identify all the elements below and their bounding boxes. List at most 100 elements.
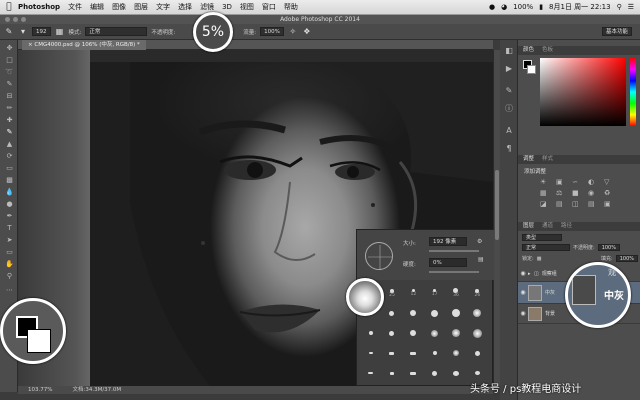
- brush-preset-picker-icon[interactable]: ▾: [18, 27, 28, 37]
- brush-preset[interactable]: 25: [382, 286, 401, 300]
- exposure-icon[interactable]: ◐: [588, 178, 600, 186]
- tab-swatches[interactable]: 色板: [542, 46, 553, 55]
- gradient-map-icon[interactable]: ▤: [588, 200, 600, 208]
- panel-background-swatch[interactable]: [527, 65, 536, 74]
- brush-preset[interactable]: [361, 366, 380, 380]
- clock[interactable]: 8月1日 周一 22:13: [549, 2, 611, 12]
- brush-preset[interactable]: [468, 326, 487, 340]
- path-select-tool-icon[interactable]: ➤: [5, 236, 14, 245]
- brush-angle-preview[interactable]: [365, 242, 393, 270]
- brush-preset[interactable]: 26: [468, 286, 487, 300]
- pen-tool-icon[interactable]: ✒: [5, 212, 14, 221]
- zoom-window-button[interactable]: [21, 17, 26, 22]
- hand-tool-icon[interactable]: ✋: [5, 260, 14, 269]
- tab-adjustments[interactable]: 调整: [523, 155, 534, 164]
- menu-file[interactable]: 文件: [68, 2, 82, 12]
- menu-image[interactable]: 图像: [112, 2, 126, 12]
- curves-icon[interactable]: ∽: [572, 178, 584, 186]
- tab-paths[interactable]: 路径: [561, 222, 572, 231]
- brush-preset[interactable]: [382, 326, 401, 340]
- eye-icon[interactable]: ◉: [518, 310, 528, 317]
- clone-stamp-tool-icon[interactable]: ▲: [5, 140, 14, 149]
- color-balance-icon[interactable]: ⚖: [556, 189, 568, 197]
- menu-layer[interactable]: 图层: [134, 2, 148, 12]
- move-tool-icon[interactable]: ✥: [5, 44, 14, 53]
- brush-preset[interactable]: [446, 306, 465, 320]
- menu-filter[interactable]: 滤镜: [200, 2, 214, 12]
- dodge-tool-icon[interactable]: ●: [5, 200, 14, 209]
- quick-select-tool-icon[interactable]: ✎: [5, 80, 14, 89]
- menu-edit[interactable]: 编辑: [90, 2, 104, 12]
- eraser-tool-icon[interactable]: ▭: [5, 164, 14, 173]
- brush-hardness-slider[interactable]: [429, 271, 479, 273]
- brightness-icon[interactable]: ☀: [540, 178, 552, 186]
- tab-styles[interactable]: 样式: [542, 155, 553, 164]
- notification-icon[interactable]: ☰: [628, 3, 634, 11]
- brush-preset[interactable]: [404, 346, 423, 360]
- brush-preset[interactable]: [425, 346, 444, 360]
- tab-channels[interactable]: 通道: [542, 222, 553, 231]
- brush-size-input[interactable]: 192 像素: [429, 237, 467, 246]
- gear-icon[interactable]: ⚙: [477, 238, 482, 245]
- brush-panel-icon[interactable]: ✎: [504, 86, 514, 96]
- menu-select[interactable]: 选择: [178, 2, 192, 12]
- blend-mode-select[interactable]: 正常: [522, 244, 570, 251]
- color-picker-field[interactable]: [540, 58, 626, 126]
- crop-tool-icon[interactable]: ⊟: [5, 92, 14, 101]
- posterize-icon[interactable]: ▤: [556, 200, 568, 208]
- hue-sat-icon[interactable]: ▦: [540, 189, 552, 197]
- pressure-size-icon[interactable]: ❖: [302, 27, 312, 37]
- gradient-tool-icon[interactable]: ▩: [5, 176, 14, 185]
- brush-preset[interactable]: 36: [446, 286, 465, 300]
- layer-opacity-field[interactable]: 100%: [597, 244, 620, 251]
- vibrance-icon[interactable]: ▽: [604, 178, 616, 186]
- photo-filter-icon[interactable]: ◉: [588, 189, 600, 197]
- paragraph-panel-icon[interactable]: ¶: [504, 144, 514, 154]
- menu-view[interactable]: 视图: [240, 2, 254, 12]
- layer-kind-select[interactable]: 类型: [522, 233, 562, 241]
- blur-tool-icon[interactable]: 💧: [5, 188, 14, 197]
- document-tab[interactable]: × CMG4000.psd @ 106% (中灰, RGB/8) *: [22, 40, 146, 50]
- mode-select[interactable]: 正常: [85, 27, 148, 36]
- battery-icon[interactable]: ▮: [539, 3, 543, 11]
- fill-field[interactable]: 100%: [615, 255, 638, 262]
- brush-preset[interactable]: [446, 326, 465, 340]
- workspace-switcher[interactable]: 基本功能: [601, 27, 632, 36]
- lasso-tool-icon[interactable]: ➰: [5, 68, 14, 77]
- brush-preset[interactable]: [361, 346, 380, 360]
- brush-preset[interactable]: [425, 306, 444, 320]
- tab-color[interactable]: 颜色: [523, 46, 534, 55]
- brush-preset[interactable]: [425, 366, 444, 380]
- marquee-tool-icon[interactable]: □: [5, 56, 14, 65]
- brush-preset[interactable]: [404, 326, 423, 340]
- zoom-level[interactable]: 103.77%: [28, 386, 52, 394]
- eyedropper-tool-icon[interactable]: ✏: [5, 104, 14, 113]
- brush-tool-icon-active[interactable]: ✎: [5, 128, 14, 137]
- flow-field[interactable]: 100%: [260, 27, 284, 36]
- app-menu[interactable]: Photoshop: [18, 3, 60, 11]
- brush-preset[interactable]: [382, 366, 401, 380]
- tab-layers[interactable]: 图层: [523, 222, 534, 231]
- hue-slider[interactable]: [630, 58, 636, 126]
- threshold-icon[interactable]: ◫: [572, 200, 584, 208]
- spotlight-icon[interactable]: ⚲: [617, 3, 622, 11]
- menu-window[interactable]: 窗口: [262, 2, 276, 12]
- history-brush-tool-icon[interactable]: ⟳: [5, 152, 14, 161]
- brush-preset[interactable]: [404, 366, 423, 380]
- black-white-icon[interactable]: ■: [572, 189, 584, 197]
- invert-icon[interactable]: ◪: [540, 200, 552, 208]
- menu-help[interactable]: 帮助: [284, 2, 298, 12]
- new-preset-icon[interactable]: ▤: [478, 256, 484, 263]
- channel-mixer-icon[interactable]: ♻: [604, 189, 616, 197]
- eye-icon[interactable]: ◉: [518, 270, 528, 277]
- actions-panel-icon[interactable]: ▶: [504, 64, 514, 74]
- scrollbar-thumb[interactable]: [495, 170, 499, 240]
- more-tools-icon[interactable]: ⋯: [5, 286, 14, 295]
- airbrush-icon[interactable]: ✧: [288, 27, 298, 37]
- shape-tool-icon[interactable]: ▭: [5, 248, 14, 257]
- menu-3d[interactable]: 3D: [222, 3, 232, 11]
- zoom-tool-icon[interactable]: ⚲: [5, 272, 14, 281]
- character-panel-icon[interactable]: A: [504, 126, 514, 136]
- levels-icon[interactable]: ▣: [556, 178, 568, 186]
- background-color-swatch[interactable]: [27, 329, 51, 353]
